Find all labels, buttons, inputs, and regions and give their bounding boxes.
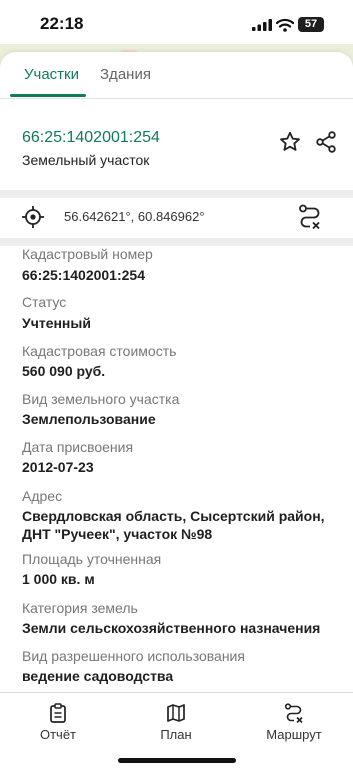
detail-label-cadastral-number: Кадастровый номер xyxy=(22,246,153,262)
active-tab-indicator xyxy=(10,94,86,97)
map-icon xyxy=(167,704,185,722)
coordinates-text[interactable]: 56.642621°, 60.846962° xyxy=(64,209,205,224)
nav-report-label: Отчёт xyxy=(39,727,77,742)
detail-label-status: Статус xyxy=(22,294,67,310)
detail-label-address: Адрес xyxy=(22,488,63,504)
battery-icon: 57 xyxy=(298,17,324,32)
signal-icon xyxy=(252,19,272,31)
detail-label-land-category: Категория земель xyxy=(22,600,138,616)
wifi-icon xyxy=(276,18,294,32)
tab-buildings[interactable]: Здания xyxy=(100,66,151,83)
detail-value-area: 1 000 кв. м xyxy=(22,571,95,587)
parcel-sheet: Участки Здания 66:25:1402001:254 Земельн… xyxy=(0,52,353,692)
nav-plan-button[interactable]: План xyxy=(126,699,226,751)
parcel-header: 66:25:1402001:254 Земельный участок xyxy=(0,98,353,190)
battery-level: 57 xyxy=(304,18,318,30)
detail-value-status: Учтенный xyxy=(22,315,91,331)
detail-value-parcel-kind: Землепользование xyxy=(22,411,156,427)
detail-label-parcel-kind: Вид земельного участка xyxy=(22,391,180,407)
parcel-number[interactable]: 66:25:1402001:254 xyxy=(22,129,160,147)
detail-label-assignment-date: Дата присвоения xyxy=(22,439,134,455)
detail-value-address: Свердловская область, Сысертский район, … xyxy=(22,508,325,542)
status-bar: 22:18 57 xyxy=(0,0,353,44)
detail-label-permitted-use: Вид разрешенного использования xyxy=(22,648,245,664)
tab-bar: Участки Здания xyxy=(0,52,353,99)
star-icon[interactable] xyxy=(278,130,302,154)
detail-value-cadastral-number: 66:25:1402001:254 xyxy=(22,267,145,283)
parcel-details: Кадастровый номер 66:25:1402001:254 Стат… xyxy=(0,246,353,692)
detail-label-cadastral-value: Кадастровая стоимость xyxy=(22,343,177,359)
nav-route-label: Маршрут xyxy=(266,727,322,742)
nav-report-button[interactable]: Отчёт xyxy=(8,699,108,751)
detail-label-area: Площадь уточненная xyxy=(22,551,162,567)
route-icon xyxy=(284,703,303,723)
clipboard-icon xyxy=(50,703,66,723)
section-divider xyxy=(0,190,353,198)
crosshair-icon xyxy=(22,206,44,228)
detail-value-cadastral-value: 560 090 руб. xyxy=(22,363,106,379)
share-icon[interactable] xyxy=(314,130,338,154)
nav-plan-label: План xyxy=(160,727,192,742)
bottom-navigation: Отчёт План Маршрут xyxy=(0,692,353,768)
detail-value-land-category: Земли сельскохозяйственного назначения xyxy=(22,620,321,636)
home-indicator[interactable] xyxy=(118,758,236,763)
parcel-type: Земельный участок xyxy=(22,152,150,168)
section-divider xyxy=(0,238,353,246)
coordinates-row[interactable]: 56.642621°, 60.846962° xyxy=(0,198,353,238)
detail-value-permitted-use: ведение садоводства xyxy=(22,668,174,684)
route-icon[interactable] xyxy=(298,204,322,230)
detail-value-assignment-date: 2012-07-23 xyxy=(22,459,94,475)
nav-route-button[interactable]: Маршрут xyxy=(244,699,344,751)
status-time: 22:18 xyxy=(40,14,84,33)
tab-parcels[interactable]: Участки xyxy=(24,66,79,83)
